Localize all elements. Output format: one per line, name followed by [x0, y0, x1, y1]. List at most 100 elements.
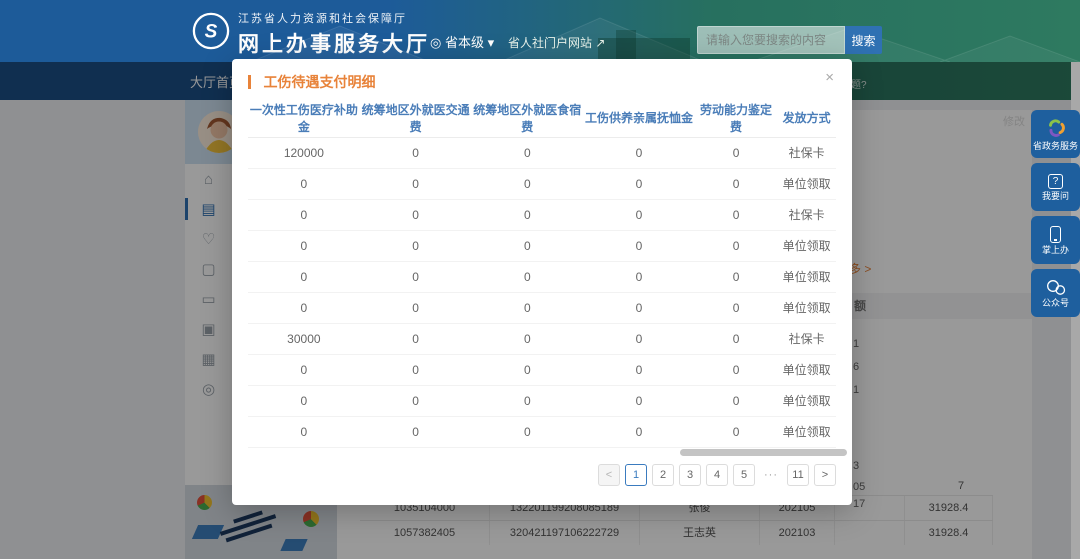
table-cell: 单位领取 [777, 416, 836, 447]
banner-mountains-decoration [0, 0, 1080, 62]
table-cell: 单位领取 [777, 292, 836, 323]
search-button[interactable]: 搜索 [845, 26, 882, 54]
table-cell: 0 [248, 385, 360, 416]
table-cell: 0 [360, 416, 472, 447]
floating-toolbar: 省政务服务 ? 我要问 掌上办 公众号 [1031, 110, 1080, 322]
table-cell: 单位领取 [777, 385, 836, 416]
table-cell: 0 [583, 323, 695, 354]
search-input[interactable] [697, 26, 845, 54]
table-cell: 0 [248, 199, 360, 230]
gov-service-label: 省政务服务 [1033, 142, 1078, 151]
horizontal-scrollbar-thumb[interactable] [680, 449, 847, 456]
table-row: 00000社保卡 [248, 199, 836, 230]
page: S 江苏省人力资源和社会保障厅 网上办事服务大厅 ◎ 省本级 ▾ 省人社门户网站… [0, 0, 1080, 559]
table-cell: 0 [695, 199, 777, 230]
table-cell: 0 [471, 230, 583, 261]
table-cell: 0 [471, 385, 583, 416]
table-cell: 0 [360, 292, 472, 323]
table-cell: 0 [695, 230, 777, 261]
official-account-button[interactable]: 公众号 [1031, 269, 1080, 317]
payment-detail-table: 一次性工伤医疗补助金统筹地区外就医交通费统筹地区外就医食宿费工伤供养亲属抚恤金劳… [248, 99, 836, 448]
mobile-app-button[interactable]: 掌上办 [1031, 216, 1080, 264]
site-title: 网上办事服务大厅 [238, 28, 430, 58]
close-icon[interactable]: × [825, 70, 834, 85]
org-name: 江苏省人力资源和社会保障厅 [238, 10, 430, 26]
table-cell: 0 [471, 168, 583, 199]
svg-text:S: S [205, 22, 218, 43]
page-button-3[interactable]: 3 [679, 464, 701, 486]
table-cell: 0 [360, 261, 472, 292]
table-cell: 0 [583, 416, 695, 447]
social-security-logo-icon: S [192, 12, 230, 50]
page-button-4[interactable]: 4 [706, 464, 728, 486]
table-cell: 0 [248, 292, 360, 323]
table-cell: 0 [471, 292, 583, 323]
table-cell: 0 [583, 230, 695, 261]
table-cell: 0 [583, 261, 695, 292]
region-selector[interactable]: ◎ 省本级 ▾ [430, 32, 494, 51]
table-row: 00000单位领取 [248, 385, 836, 416]
table-cell: 0 [471, 199, 583, 230]
top-banner: S 江苏省人力资源和社会保障厅 网上办事服务大厅 ◎ 省本级 ▾ 省人社门户网站… [0, 0, 1080, 62]
table-cell: 单位领取 [777, 168, 836, 199]
table-cell: 0 [248, 354, 360, 385]
wechat-icon [1045, 279, 1067, 296]
table-cell: 0 [695, 292, 777, 323]
table-cell: 社保卡 [777, 323, 836, 354]
modal-title: 工伤待遇支付明细 [263, 74, 375, 90]
table-cell: 单位领取 [777, 354, 836, 385]
modal-titlebar: 工伤待遇支付明细 × [232, 59, 852, 99]
table-row: 00000单位领取 [248, 230, 836, 261]
table-cell: 0 [583, 199, 695, 230]
page-ellipsis: ··· [760, 464, 782, 486]
table-cell: 0 [248, 230, 360, 261]
table-cell: 0 [248, 416, 360, 447]
table-header-row: 一次性工伤医疗补助金统筹地区外就医交通费统筹地区外就医食宿费工伤供养亲属抚恤金劳… [248, 99, 836, 137]
table-cell: 社保卡 [777, 137, 836, 168]
ask-question-button[interactable]: ? 我要问 [1031, 163, 1080, 211]
ask-question-label: 我要问 [1042, 192, 1069, 201]
table-header-cell: 工伤供养亲属抚恤金 [583, 99, 695, 137]
table-row: 00000单位领取 [248, 354, 836, 385]
prev-page-button[interactable]: < [598, 464, 620, 486]
official-account-label: 公众号 [1042, 299, 1069, 308]
table-cell: 0 [360, 137, 472, 168]
table-cell: 社保卡 [777, 199, 836, 230]
site-brand: 江苏省人力资源和社会保障厅 网上办事服务大厅 [238, 10, 430, 58]
table-cell: 0 [471, 137, 583, 168]
table-cell: 0 [695, 323, 777, 354]
table-cell: 0 [360, 230, 472, 261]
portal-site-link[interactable]: 省人社门户网站 ↗ [508, 34, 605, 51]
table-cell: 0 [360, 323, 472, 354]
table-cell: 0 [360, 354, 472, 385]
table-cell: 0 [248, 261, 360, 292]
page-button-11[interactable]: 11 [787, 464, 809, 486]
page-button-1[interactable]: 1 [625, 464, 647, 486]
gov-service-button[interactable]: 省政务服务 [1031, 110, 1080, 158]
table-cell: 0 [360, 168, 472, 199]
mobile-app-label: 掌上办 [1042, 246, 1069, 255]
page-button-2[interactable]: 2 [652, 464, 674, 486]
table-cell: 0 [695, 354, 777, 385]
table-row: 00000单位领取 [248, 292, 836, 323]
table-row: 00000单位领取 [248, 416, 836, 447]
table-row: 00000单位领取 [248, 261, 836, 292]
title-accent-bar [248, 75, 251, 89]
table-cell: 0 [583, 385, 695, 416]
payment-detail-modal: 工伤待遇支付明细 × 一次性工伤医疗补助金统筹地区外就医交通费统筹地区外就医食宿… [232, 59, 852, 505]
table-cell: 0 [695, 261, 777, 292]
table-cell: 0 [360, 385, 472, 416]
pagination: <12345···11> [598, 464, 836, 486]
table-row: 300000000社保卡 [248, 323, 836, 354]
next-page-button[interactable]: > [814, 464, 836, 486]
table-cell: 0 [695, 137, 777, 168]
table-cell: 0 [248, 168, 360, 199]
table-row: 1200000000社保卡 [248, 137, 836, 168]
table-cell: 30000 [248, 323, 360, 354]
table-cell: 单位领取 [777, 261, 836, 292]
table-header-cell: 劳动能力鉴定费 [695, 99, 777, 137]
table-cell: 0 [583, 168, 695, 199]
page-button-5[interactable]: 5 [733, 464, 755, 486]
table-row: 00000单位领取 [248, 168, 836, 199]
gov-logo-icon [1045, 117, 1067, 139]
